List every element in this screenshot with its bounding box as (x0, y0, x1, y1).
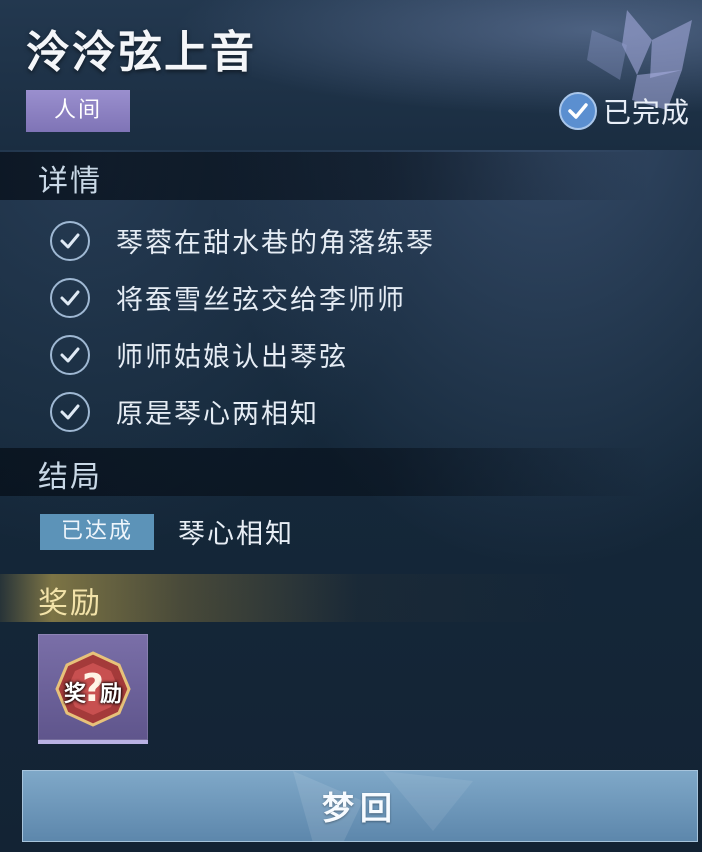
step-text: 原是琴心两相知 (116, 399, 319, 430)
step-item: 琴蓉在甜水巷的角落练琴 (50, 212, 435, 269)
ending-section-header: 结局 (0, 448, 650, 496)
completion-status: 已完成 (558, 88, 690, 134)
ending-heading: 结局 (38, 460, 102, 495)
check-circle-icon (50, 334, 90, 375)
status-label: 已完成 (602, 96, 690, 129)
quest-header: 泠泠弦上音 人间 已完成 (0, 0, 702, 150)
reward-section-header: 奖励 (0, 574, 650, 622)
ending-row: 已达成 琴心相知 (40, 512, 294, 551)
quest-detail-panel: 泠泠弦上音 人间 已完成 详情 琴蓉在甜水巷的角落练琴 将蚕雪丝弦交给李师师 师… (0, 0, 702, 852)
dream-return-label: 梦回 (321, 789, 398, 827)
step-text: 师师姑娘认出琴弦 (116, 342, 348, 373)
ending-achieved-badge: 已达成 (40, 513, 154, 550)
step-text: 将蚕雪丝弦交给李师师 (116, 285, 406, 316)
details-section-header: 详情 (0, 152, 650, 200)
reward-item-label: 奖励 (63, 682, 136, 707)
details-heading: 详情 (38, 164, 102, 199)
dream-return-button[interactable]: 梦回 (22, 770, 698, 842)
ending-name: 琴心相知 (178, 519, 294, 550)
step-text: 琴蓉在甜水巷的角落练琴 (116, 228, 435, 259)
step-list: 琴蓉在甜水巷的角落练琴 将蚕雪丝弦交给李师师 师师姑娘认出琴弦 原是琴心两相知 (50, 212, 435, 440)
realm-tag: 人间 (26, 90, 130, 132)
quest-title: 泠泠弦上音 (26, 27, 256, 78)
check-icon (558, 92, 597, 130)
step-item: 原是琴心两相知 (50, 383, 435, 440)
check-circle-icon (50, 277, 90, 318)
check-circle-icon (50, 220, 90, 261)
check-circle-icon (50, 391, 90, 432)
step-item: 师师姑娘认出琴弦 (50, 326, 435, 383)
reward-heading: 奖励 (38, 586, 102, 621)
reward-item-card[interactable]: ? 奖励 (38, 634, 148, 744)
step-item: 将蚕雪丝弦交给李师师 (50, 269, 435, 326)
